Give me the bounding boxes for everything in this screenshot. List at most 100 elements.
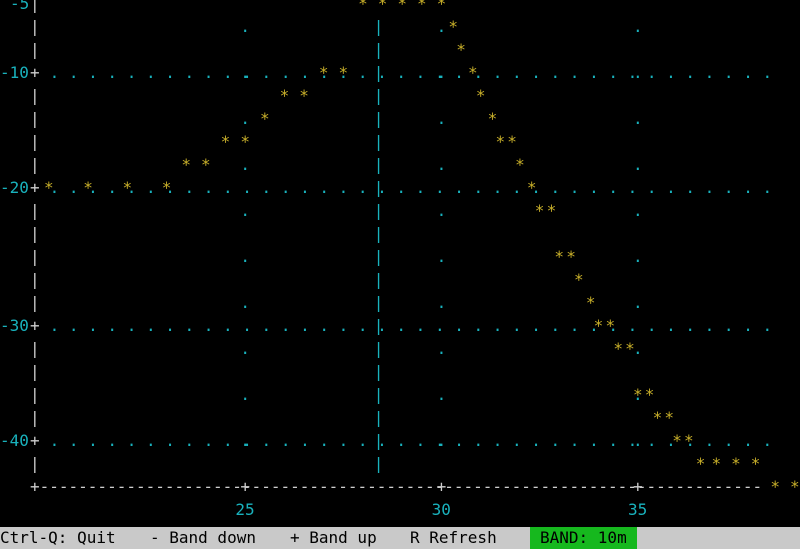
grid-col: .: [240, 247, 250, 266]
x-tick-label: 30: [431, 500, 451, 519]
y-axis-tick: +: [30, 431, 40, 450]
curve-point: *: [299, 86, 309, 105]
frequency-marker: |: [373, 339, 384, 358]
grid-col: .: [240, 431, 250, 450]
frequency-marker: |: [373, 201, 384, 220]
curve-point: *: [377, 0, 388, 13]
frequency-marker: |: [373, 178, 384, 197]
x-axis-tick: +: [632, 477, 643, 496]
curve-point: *: [731, 454, 741, 473]
curve-point: *: [526, 178, 537, 197]
curve-point: *: [397, 0, 407, 13]
grid-row: . . . . . . . . . . . . . . . . . . . . …: [40, 178, 773, 197]
curve-point: *: [695, 454, 706, 473]
grid-col: .: [240, 17, 250, 36]
curve-point: *: [201, 155, 211, 174]
curve-point: *: [507, 132, 517, 151]
frequency-marker: |: [373, 86, 384, 105]
curve-point: *: [515, 155, 525, 174]
grid-col: .: [240, 63, 250, 82]
y-tick-label: -40: [0, 431, 29, 450]
refresh-shortcut[interactable]: R Refresh: [410, 527, 497, 549]
grid-col: .: [436, 385, 447, 404]
curve-point: *: [750, 454, 761, 473]
y-axis-line: |: [30, 0, 40, 13]
curve-point: *: [161, 178, 172, 197]
grid-col: .: [632, 155, 643, 174]
y-axis-line: |: [30, 247, 40, 266]
band-indicator: BAND: 10m: [530, 527, 637, 549]
grid-col: .: [436, 155, 447, 174]
frequency-marker: |: [373, 224, 384, 243]
curve-point: *: [546, 201, 557, 220]
y-axis-tick: +: [30, 316, 40, 335]
frequency-marker: |: [373, 17, 384, 36]
y-axis-line: |: [30, 155, 40, 174]
band-up-shortcut[interactable]: + Band up: [290, 527, 377, 549]
frequency-marker: |: [373, 40, 384, 59]
frequency-marker: |: [373, 155, 384, 174]
curve-point: *: [574, 270, 584, 289]
grid-col: .: [240, 201, 250, 220]
grid-col: .: [240, 155, 250, 174]
curve-point: *: [585, 293, 596, 312]
curve-point: *: [279, 86, 290, 105]
x-axis-tick: +: [436, 477, 447, 496]
curve-point: *: [44, 178, 54, 197]
y-axis-tick: +: [30, 178, 40, 197]
y-tick-label: -5: [10, 0, 30, 13]
curve-point: *: [711, 454, 722, 473]
grid-col: .: [632, 17, 643, 36]
frequency-marker: |: [373, 109, 384, 128]
curve-point: *: [318, 63, 329, 82]
y-axis-line: |: [30, 86, 40, 105]
y-axis-line: |: [30, 17, 40, 36]
curve-point: *: [593, 316, 604, 335]
y-tick-label: -20: [0, 178, 29, 197]
y-axis-line: |: [30, 224, 40, 243]
x-axis-tick: +: [240, 477, 250, 496]
curve-point: *: [436, 0, 447, 13]
grid-col: .: [436, 247, 447, 266]
grid-col: .: [240, 385, 250, 404]
quit-shortcut[interactable]: Ctrl-Q: Quit: [0, 527, 116, 549]
curve-point: *: [259, 109, 270, 128]
curve-point: *: [181, 155, 192, 174]
y-axis-line: |: [30, 339, 40, 358]
band-down-shortcut[interactable]: - Band down: [150, 527, 256, 549]
curve-point: *: [338, 63, 349, 82]
curve-point: *: [613, 339, 623, 358]
grid-col: .: [240, 109, 250, 128]
curve-point: *: [220, 132, 231, 151]
curve-point: *: [644, 385, 655, 404]
x-tick-label: 35: [627, 500, 648, 519]
grid-col: .: [436, 201, 447, 220]
frequency-marker: |: [373, 293, 384, 312]
curve-point: *: [652, 408, 663, 427]
curve-point: *: [358, 0, 368, 13]
terminal-window: -5 | | | -10 + | | | | -20 + | | | | | -30 + | | | | -40 + | . . …: [0, 0, 800, 549]
status-bar: Ctrl-Q: Quit - Band down + Band up R Ref…: [0, 527, 800, 549]
y-axis-line: |: [30, 132, 40, 151]
x-tick-label: 25: [235, 500, 255, 519]
curve-point: *: [605, 316, 616, 335]
curve-point: *: [770, 477, 780, 496]
curve-point: *: [417, 0, 427, 13]
grid-col: .: [436, 293, 447, 312]
y-tick-label: -10: [0, 63, 29, 82]
grid-col: .: [436, 17, 447, 36]
frequency-marker: |: [373, 431, 384, 450]
y-axis-line: |: [30, 454, 40, 473]
grid-col: .: [436, 431, 447, 450]
frequency-marker: |: [373, 454, 384, 473]
curve-point: *: [566, 247, 576, 266]
frequency-marker: |: [373, 408, 384, 427]
curve-point: *: [83, 178, 93, 197]
y-axis-tick: +: [30, 63, 40, 82]
y-tick-label: -30: [0, 316, 29, 335]
y-axis-line: |: [30, 270, 40, 289]
frequency-marker: |: [373, 247, 384, 266]
frequency-marker: |: [373, 385, 384, 404]
frequency-marker: |: [373, 316, 384, 335]
grid-col: .: [632, 201, 643, 220]
